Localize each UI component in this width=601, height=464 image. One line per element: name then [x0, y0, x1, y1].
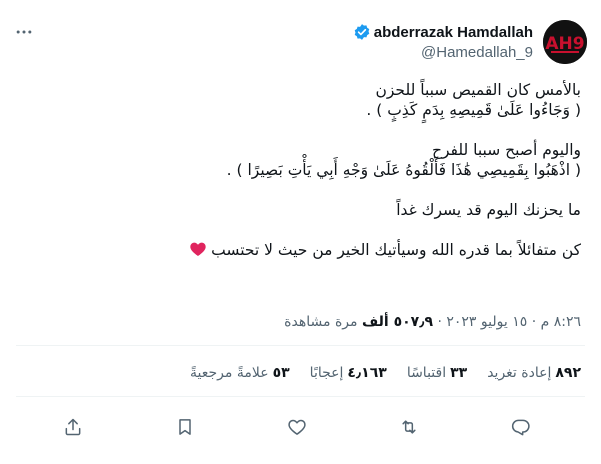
- tweet-card: AH9 abderrazak Hamdallah @Hamedallah_9 ب…: [0, 0, 601, 464]
- tweet-text: بالأمس كان القميص سبباً للحزن ( وَجَاءُو…: [21, 80, 581, 260]
- tweet-line: ( اذْهَبُوا بِقَمِيصِي هَٰذَا فَأَلْقُوه…: [226, 161, 581, 179]
- tweet-meta: ٨:٢٦ م · ١٥ يوليو ٢٠٢٣ · ٥٠٧٫٩ ألف مرة م…: [284, 314, 581, 330]
- share-button[interactable]: [60, 414, 86, 440]
- tweet-line: كن متفائلاً بما قدره الله وسيأتيك الخير …: [211, 241, 581, 259]
- bookmark-button[interactable]: [172, 414, 198, 440]
- bookmarks-stat[interactable]: ٥٣علامةً مرجعيةً: [190, 365, 290, 381]
- avatar[interactable]: AH9: [543, 20, 587, 64]
- share-icon: [65, 418, 81, 436]
- tweet-line-with-heart: كن متفائلاً بما قدره الله وسيأتيك الخير …: [21, 240, 581, 260]
- tweet-line: ( وَجَاءُوا عَلَىٰ قَمِيصِهِ بِدَمٍ كَذِ…: [366, 101, 581, 119]
- tweet-line: واليوم أصبح سببا للفرح: [431, 141, 581, 159]
- avatar-logo-icon: AH9: [543, 20, 587, 64]
- divider: [16, 345, 585, 346]
- action-bar: [0, 412, 601, 442]
- like-button[interactable]: [284, 414, 310, 440]
- retweet-button[interactable]: [396, 414, 422, 440]
- author-display-name[interactable]: abderrazak Hamdallah: [374, 24, 533, 41]
- reply-button[interactable]: [508, 414, 534, 440]
- retweets-stat[interactable]: ٨٩٢إعادة تغريد: [487, 365, 581, 381]
- tweet-line: بالأمس كان القميص سبباً للحزن: [375, 81, 582, 99]
- tweet-line: ما يحزنك اليوم قد يسرك غداً: [396, 201, 581, 219]
- views-count: ٥٠٧٫٩ ألف: [361, 314, 433, 330]
- more-options-button[interactable]: [12, 22, 36, 42]
- views-label: مرة مشاهدة: [284, 314, 358, 330]
- verified-badge-icon: [353, 23, 371, 41]
- divider: [16, 396, 585, 397]
- red-heart-icon: [189, 240, 207, 258]
- like-icon: [288, 419, 306, 435]
- engagement-stats: ٨٩٢إعادة تغريد ٣٣اقتباسًا ٤٫١٦٣إعجابًا ٥…: [190, 365, 581, 381]
- quotes-stat[interactable]: ٣٣اقتباسًا: [407, 365, 467, 381]
- retweet-icon: [402, 420, 416, 434]
- author-handle[interactable]: @Hamedallah_9: [353, 44, 533, 61]
- more-horizontal-icon: [16, 30, 32, 34]
- timestamp-link[interactable]: ٨:٢٦ م · ١٥ يوليو ٢٠٢٣ ·: [437, 314, 581, 330]
- bookmark-icon: [179, 419, 191, 435]
- reply-icon: [511, 419, 530, 436]
- author-block[interactable]: abderrazak Hamdallah @Hamedallah_9: [353, 22, 533, 61]
- likes-stat[interactable]: ٤٫١٦٣إعجابًا: [310, 365, 387, 381]
